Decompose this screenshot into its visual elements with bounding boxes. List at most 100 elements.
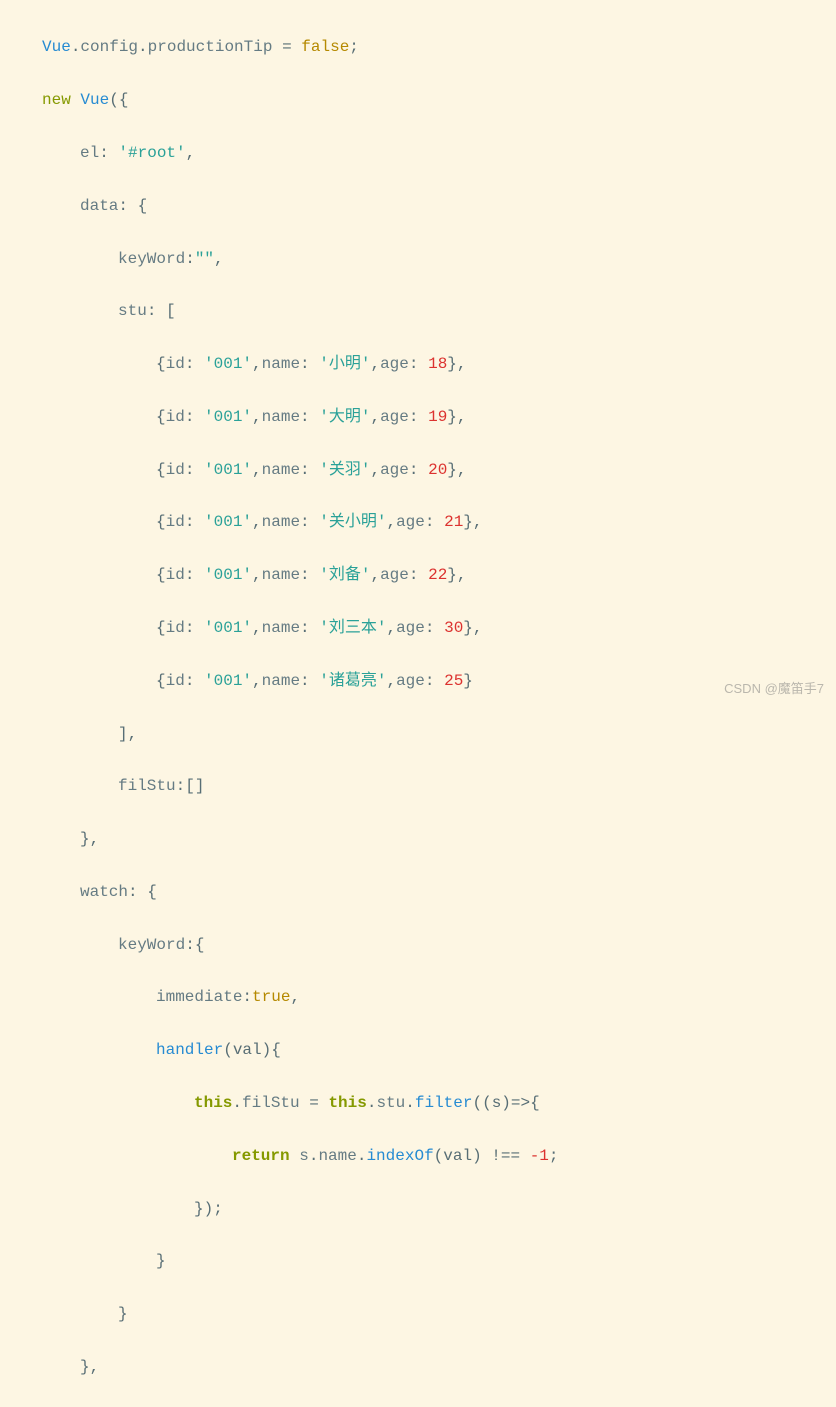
token: Vue (80, 91, 109, 109)
code-line: {id: '001',name: '关羽',age: 20}, (4, 457, 832, 483)
token: '001' (204, 619, 252, 637)
code-block: Vue.config.productionTip = false; new Vu… (4, 8, 832, 1407)
token: 20 (428, 461, 447, 479)
token: = (300, 1094, 329, 1112)
token: filStu (118, 777, 176, 795)
code-line: immediate:true, (4, 984, 832, 1010)
code-line: }, (4, 826, 832, 852)
token: : (185, 566, 204, 584)
token: : (300, 619, 319, 637)
token: id (166, 513, 185, 531)
token: : (409, 461, 428, 479)
token: watch (80, 883, 128, 901)
code-line: {id: '001',name: '大明',age: 19}, (4, 404, 832, 430)
token: new (42, 91, 71, 109)
token: { (156, 566, 166, 584)
token: this (194, 1094, 232, 1112)
token: 18 (428, 355, 447, 373)
token: age (396, 513, 425, 531)
code-line: keyWord:"", (4, 246, 832, 272)
code-line: {id: '001',name: '关小明',age: 21}, (4, 509, 832, 535)
token: : (300, 355, 319, 373)
token: : (185, 672, 204, 690)
token: : [ (147, 302, 176, 320)
token: . (138, 38, 148, 56)
token: , (252, 461, 262, 479)
token: age (380, 408, 409, 426)
token: } (118, 1305, 128, 1323)
token: : (185, 513, 204, 531)
token: }, (80, 830, 99, 848)
token: . (232, 1094, 242, 1112)
token: '刘备' (319, 566, 370, 584)
token: handler (156, 1041, 223, 1059)
token: :[] (176, 777, 205, 795)
token: ({ (109, 91, 128, 109)
token: age (380, 461, 409, 479)
token: { (156, 513, 166, 531)
token: : (409, 408, 428, 426)
token: 21 (444, 513, 463, 531)
code-line: }); (4, 1196, 832, 1222)
token: : (409, 355, 428, 373)
token: }, (463, 513, 482, 531)
code-line: {id: '001',name: '刘三本',age: 30}, (4, 615, 832, 641)
token: false (301, 38, 349, 56)
token: id (166, 566, 185, 584)
token (290, 1147, 300, 1165)
token: : (409, 566, 428, 584)
code-line: this.filStu = this.stu.filter((s)=>{ (4, 1090, 832, 1116)
token: : (99, 144, 118, 162)
token: , (252, 513, 262, 531)
token: . (367, 1094, 377, 1112)
token: , (252, 355, 262, 373)
token: , (370, 355, 380, 373)
token: : (185, 355, 204, 373)
token: name (262, 461, 300, 479)
token: keyWord (118, 250, 185, 268)
token: '大明' (319, 408, 370, 426)
code-line: watch: { (4, 879, 832, 905)
token: age (380, 355, 409, 373)
token: . (357, 1147, 367, 1165)
token: { (156, 461, 166, 479)
token: , (186, 144, 196, 162)
token: age (380, 566, 409, 584)
token: : { (118, 197, 147, 215)
code-line: handler(val){ (4, 1037, 832, 1063)
token: ((s)=>{ (472, 1094, 539, 1112)
code-line: filStu:[] (4, 773, 832, 799)
code-line: Vue.config.productionTip = false; (4, 34, 832, 60)
token: }, (447, 408, 466, 426)
token: filStu (242, 1094, 300, 1112)
token: productionTip (148, 38, 273, 56)
token: id (166, 672, 185, 690)
token: } (463, 672, 473, 690)
code-line: {id: '001',name: '小明',age: 18}, (4, 351, 832, 377)
token: , (386, 672, 396, 690)
token: : { (128, 883, 157, 901)
token: name (262, 408, 300, 426)
token: '001' (204, 408, 252, 426)
code-line: return s.name.indexOf(val) !== -1; (4, 1143, 832, 1169)
token: : (300, 566, 319, 584)
token: }, (447, 355, 466, 373)
token: '001' (204, 672, 252, 690)
token: '诸葛亮' (319, 672, 386, 690)
token (71, 91, 81, 109)
token: stu (376, 1094, 405, 1112)
token: }, (447, 566, 466, 584)
token: :{ (185, 936, 204, 954)
code-line: ], (4, 721, 832, 747)
token: s (299, 1147, 309, 1165)
token: , (370, 408, 380, 426)
token: , (370, 461, 380, 479)
token: , (290, 988, 300, 1006)
token: }, (463, 619, 482, 637)
token: name (262, 566, 300, 584)
token: '#root' (118, 144, 185, 162)
token: el (80, 144, 99, 162)
token: immediate (156, 988, 242, 1006)
token: : (425, 619, 444, 637)
token: (val){ (223, 1041, 281, 1059)
